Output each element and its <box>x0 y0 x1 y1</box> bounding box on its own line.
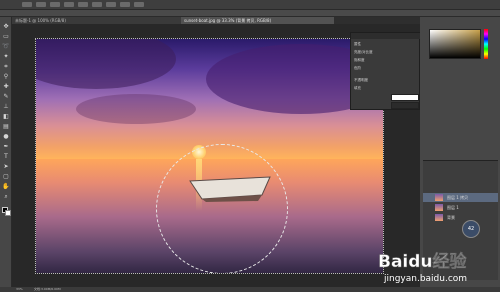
zoom-level[interactable]: 33% <box>16 287 23 292</box>
path-select-icon[interactable]: ➤ <box>2 163 10 171</box>
cloud-shape <box>36 39 176 89</box>
menu-edit[interactable] <box>36 2 46 7</box>
saturation-row[interactable]: 饱和度 <box>354 57 418 63</box>
panel-title: 属性 <box>354 42 361 46</box>
eyedropper-icon[interactable]: ⚲ <box>2 73 10 81</box>
hand-tool-icon[interactable]: ✋ <box>2 183 10 191</box>
menu-file[interactable] <box>22 2 32 7</box>
menu-view[interactable] <box>120 2 130 7</box>
marquee-tool-icon[interactable]: ▭ <box>2 33 10 41</box>
color-swatch-dark[interactable] <box>391 102 419 109</box>
menu-filter[interactable] <box>106 2 116 7</box>
color-picker-field[interactable] <box>429 29 481 59</box>
zoom-tool-icon[interactable]: ⌕ <box>2 193 10 201</box>
baidu-watermark: Baidu经验 jingyan.baidu.com <box>376 245 486 285</box>
brightness-contrast-row[interactable]: 亮度/对比度 <box>354 49 418 55</box>
shape-tool-icon[interactable]: ▢ <box>2 173 10 181</box>
hue-slider[interactable] <box>484 29 488 59</box>
layer-name: 背景 <box>447 215 455 220</box>
layer-name: 图层 1 <box>447 205 459 210</box>
layer-thumbnail <box>435 204 443 211</box>
properties-panel[interactable]: 属性 亮度/对比度 饱和度 色阶 不透明度 填充 <box>350 32 421 110</box>
properties-panel-header[interactable] <box>351 33 421 39</box>
brush-tool-icon[interactable]: ✎ <box>2 93 10 101</box>
menu-layer[interactable] <box>64 2 74 7</box>
menu-window[interactable] <box>134 2 144 7</box>
elliptical-selection[interactable] <box>156 144 288 273</box>
lasso-tool-icon[interactable]: ➰ <box>2 43 10 51</box>
zoom-dial[interactable]: 42 <box>462 220 480 238</box>
pen-tool-icon[interactable]: ✒ <box>2 143 10 151</box>
status-bar: 33% 文档:3.00M/6.00M <box>0 287 500 292</box>
layer-row[interactable]: 图层 1 拷贝 <box>423 193 498 202</box>
watermark-text-1: Baidu经验 <box>378 251 468 272</box>
menu-bar[interactable] <box>0 0 500 10</box>
fill-row[interactable]: 填充 <box>354 85 418 91</box>
options-bar[interactable] <box>0 10 500 17</box>
layer-row[interactable]: 背景 <box>423 213 498 222</box>
layer-thumbnail <box>435 214 443 221</box>
document-tabs: 未标题-1 @ 100% (RGB/8) sunset-boat.jpg @ 3… <box>12 17 420 24</box>
layer-row[interactable]: 图层 1 <box>423 203 498 212</box>
tab-document-2[interactable]: sunset-boat.jpg @ 33.3% (背景 拷贝, RGB/8) <box>181 17 334 24</box>
document-canvas[interactable] <box>35 38 384 274</box>
gradient-tool-icon[interactable]: ▤ <box>2 123 10 131</box>
sky-image-region <box>36 39 383 159</box>
opacity-row[interactable]: 不透明度 <box>354 77 418 83</box>
healing-brush-icon[interactable]: ✚ <box>2 83 10 91</box>
color-swatch-white[interactable] <box>391 94 419 101</box>
watermark-text-2: jingyan.baidu.com <box>383 274 467 284</box>
levels-row[interactable]: 色阶 <box>354 65 418 71</box>
eraser-tool-icon[interactable]: ◧ <box>2 113 10 121</box>
dodge-tool-icon[interactable]: ● <box>2 133 10 141</box>
tools-panel: ✥ ▭ ➰ ✦ ⌗ ⚲ ✚ ✎ ⊥ ◧ ▤ ● ✒ T ➤ ▢ ✋ ⌕ <box>0 17 12 287</box>
magic-wand-icon[interactable]: ✦ <box>2 53 10 61</box>
type-tool-icon[interactable]: T <box>2 153 10 161</box>
stamp-tool-icon[interactable]: ⊥ <box>2 103 10 111</box>
document-size: 文档:3.00M/6.00M <box>34 287 61 291</box>
background-color-swatch[interactable] <box>5 210 11 216</box>
menu-type[interactable] <box>78 2 88 7</box>
crop-tool-icon[interactable]: ⌗ <box>2 63 10 71</box>
tab-document-1[interactable]: 未标题-1 @ 100% (RGB/8) <box>12 17 184 24</box>
menu-image[interactable] <box>50 2 60 7</box>
move-tool-icon[interactable]: ✥ <box>2 23 10 31</box>
menu-select[interactable] <box>92 2 102 7</box>
layer-thumbnail <box>435 194 443 201</box>
cloud-shape <box>76 94 196 124</box>
layer-name: 图层 1 拷贝 <box>447 195 469 200</box>
